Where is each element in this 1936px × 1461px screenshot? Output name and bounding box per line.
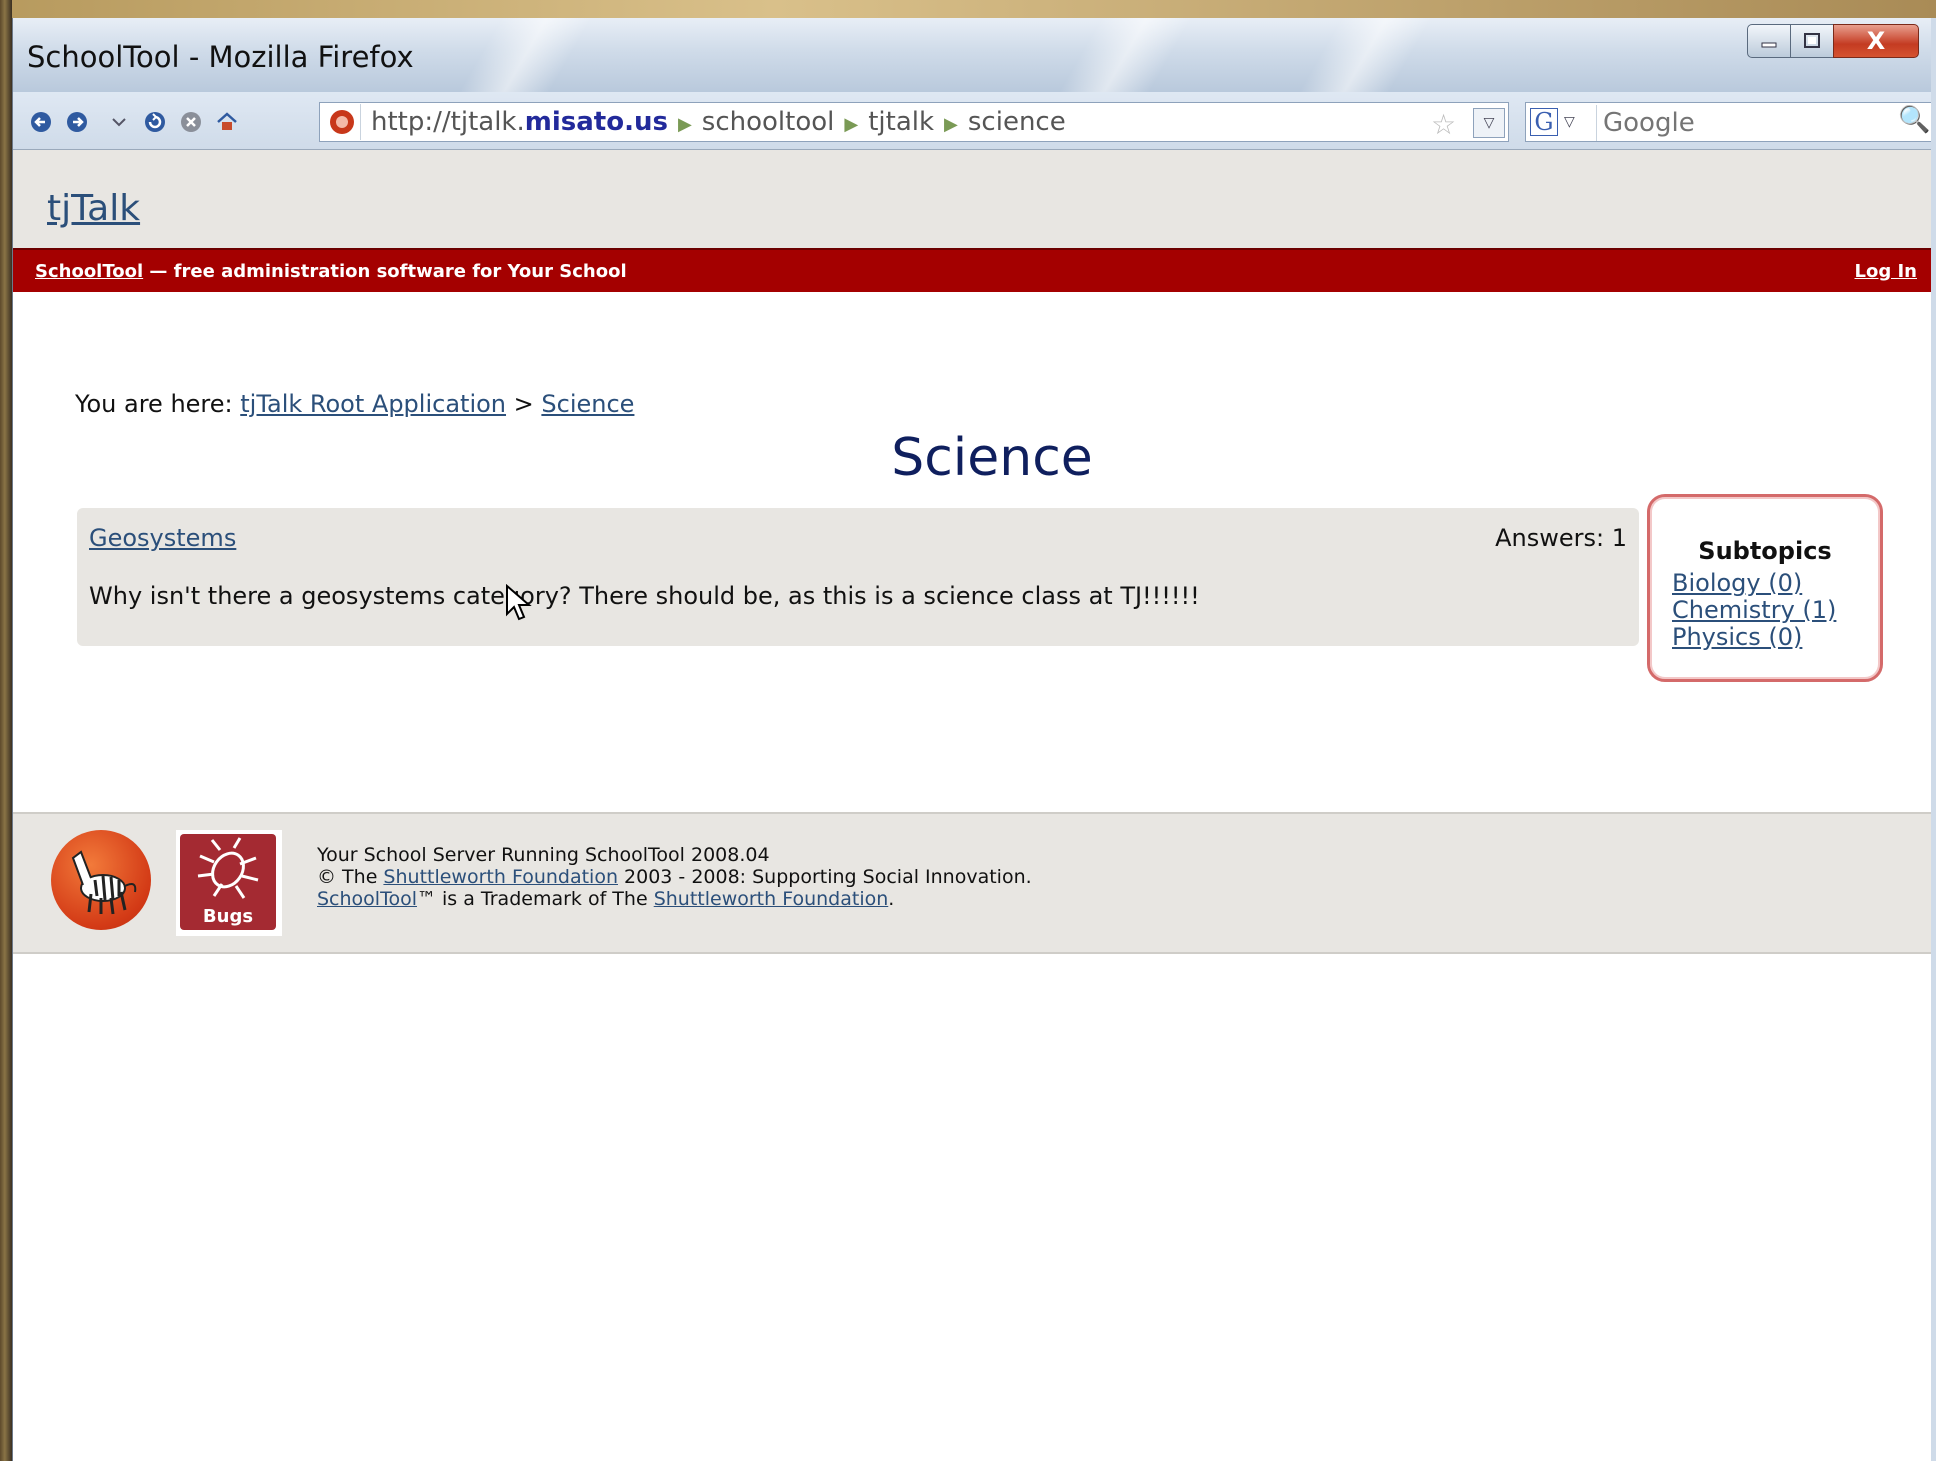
- window-right-border: [1931, 18, 1936, 1461]
- close-icon: X: [1866, 27, 1886, 55]
- google-icon: G: [1530, 108, 1558, 136]
- page-content: tjTalk SchoolTool — free administration …: [13, 150, 1936, 1461]
- shuttleworth-link-2[interactable]: Shuttleworth Foundation: [654, 888, 889, 910]
- subtopic-link-biology[interactable]: Biology (0): [1672, 569, 1802, 597]
- url-separator-icon: ▶: [677, 114, 692, 135]
- window-title: SchoolTool - Mozilla Firefox: [27, 40, 414, 74]
- title-bar[interactable]: SchoolTool - Mozilla Firefox X: [13, 18, 1936, 92]
- minimize-button[interactable]: [1747, 24, 1791, 58]
- favicon-icon: [330, 110, 354, 134]
- mouse-cursor-icon: [506, 584, 532, 621]
- desktop-edge: [0, 0, 12, 1461]
- shuttleworth-link[interactable]: Shuttleworth Foundation: [383, 866, 618, 888]
- bugs-label: Bugs: [202, 906, 254, 927]
- subtopics-title: Subtopics: [1698, 537, 1832, 565]
- chevron-down-icon: [112, 118, 126, 127]
- login-link[interactable]: Log In: [1855, 261, 1918, 282]
- chevron-down-icon: ▽: [1483, 115, 1495, 131]
- stop-icon: [181, 112, 201, 132]
- url-history-dropdown[interactable]: ▽: [1473, 108, 1505, 138]
- back-button[interactable]: [27, 108, 55, 136]
- breadcrumb-prefix: You are here:: [75, 390, 241, 418]
- schooltool-zebra-logo[interactable]: [51, 830, 151, 930]
- zebra-icon: [71, 850, 137, 915]
- schooltool-banner: SchoolTool — free administration softwar…: [13, 248, 1936, 292]
- url-segment: tjtalk: [868, 107, 935, 137]
- breadcrumb: You are here: tjTalk Root Application > …: [75, 390, 634, 418]
- browser-window: SchoolTool - Mozilla Firefox X http://tj…: [12, 18, 1936, 1461]
- search-engine-selector[interactable]: G ▽: [1530, 106, 1590, 138]
- footer-text: Your School Server Running SchoolTool 20…: [317, 844, 1032, 910]
- site-favicon: [324, 104, 361, 140]
- address-bar[interactable]: http://tjtalk.misato.us ▶ schooltool ▶ tjtal…: [319, 102, 1509, 142]
- answers-count: Answers: 1: [1495, 524, 1627, 552]
- forward-button[interactable]: [63, 108, 91, 136]
- url-separator-icon: ▶: [944, 114, 958, 135]
- minimize-icon: [1761, 42, 1777, 48]
- desktop-background: [0, 0, 1936, 18]
- bugs-button[interactable]: Bugs: [176, 830, 282, 936]
- forward-arrow-icon: [67, 112, 87, 132]
- history-dropdown[interactable]: [105, 108, 133, 136]
- breadcrumb-root-link[interactable]: tjTalk Root Application: [240, 390, 506, 418]
- close-button[interactable]: X: [1833, 24, 1919, 58]
- subtopics-panel: Subtopics Biology (0) Chemistry (1) Phys…: [1647, 494, 1883, 682]
- breadcrumb-separator: >: [506, 390, 542, 418]
- reload-button[interactable]: [141, 108, 169, 136]
- footer-line-2: © The Shuttleworth Foundation 2003 - 200…: [317, 866, 1032, 888]
- footer-copyright: © The: [317, 866, 384, 888]
- page-title: Science: [891, 428, 1093, 488]
- url-separator-icon: ▶: [844, 114, 859, 135]
- url-text[interactable]: http://tjtalk.misato.us ▶ schooltool ▶ tjtal…: [371, 107, 1066, 137]
- trademark-text: ™ is a Trademark of The: [416, 888, 654, 910]
- home-button[interactable]: [213, 108, 241, 136]
- question-text: Why isn't there a geosystems category? T…: [89, 582, 1200, 610]
- search-input[interactable]: [1596, 105, 1895, 141]
- url-prefix: http://tjtalk.: [371, 107, 525, 137]
- page-footer: Bugs Your School Server Running SchoolTo…: [13, 812, 1936, 954]
- search-magnifier-icon[interactable]: 🔍: [1898, 105, 1930, 135]
- subtopic-link-physics[interactable]: Physics (0): [1672, 623, 1802, 651]
- titlebar-glass-streak: [432, 18, 604, 92]
- bugs-badge-inner: Bugs: [180, 834, 276, 930]
- schooltool-footer-link[interactable]: SchoolTool: [317, 888, 417, 910]
- breadcrumb-science-link[interactable]: Science: [541, 390, 634, 418]
- url-domain: misato.us: [524, 107, 668, 137]
- question-item: Geosystems Answers: 1 Why isn't there a …: [77, 508, 1639, 646]
- banner-tagline: SchoolTool — free administration softwar…: [35, 261, 627, 282]
- site-name-link[interactable]: tjTalk: [47, 188, 140, 229]
- footer-line-1: Your School Server Running SchoolTool 20…: [317, 844, 770, 866]
- url-segment: schooltool: [701, 107, 835, 137]
- back-arrow-icon: [31, 112, 51, 132]
- url-segment: science: [967, 107, 1066, 137]
- question-title-link[interactable]: Geosystems: [89, 524, 236, 552]
- chevron-down-icon: ▽: [1564, 114, 1575, 130]
- navigation-toolbar: http://tjtalk.misato.us ▶ schooltool ▶ tjtal…: [13, 92, 1936, 150]
- stop-button[interactable]: [177, 108, 205, 136]
- footer-line-3: SchoolTool™ is a Trademark of The Shuttl…: [317, 888, 1032, 910]
- maximize-icon: [1804, 33, 1820, 48]
- footer-line-3-suffix: .: [888, 888, 895, 910]
- banner-tagline-text: — free administration software for Your …: [143, 261, 627, 282]
- maximize-button[interactable]: [1790, 24, 1834, 58]
- site-header: tjTalk: [13, 150, 1936, 248]
- subtopic-link-chemistry[interactable]: Chemistry (1): [1672, 596, 1836, 624]
- home-icon: [217, 112, 237, 130]
- titlebar-glass-streak: [1032, 18, 1204, 92]
- search-bar: G ▽ 🔍: [1525, 102, 1936, 142]
- titlebar-glass-streak: [1272, 18, 1444, 92]
- bookmark-star-icon[interactable]: ☆: [1431, 108, 1456, 141]
- footer-line-2-suffix: 2003 - 2008: Supporting Social Innovatio…: [618, 866, 1032, 888]
- bug-icon: [197, 837, 259, 899]
- reload-icon: [145, 112, 165, 132]
- schooltool-link[interactable]: SchoolTool: [35, 261, 143, 282]
